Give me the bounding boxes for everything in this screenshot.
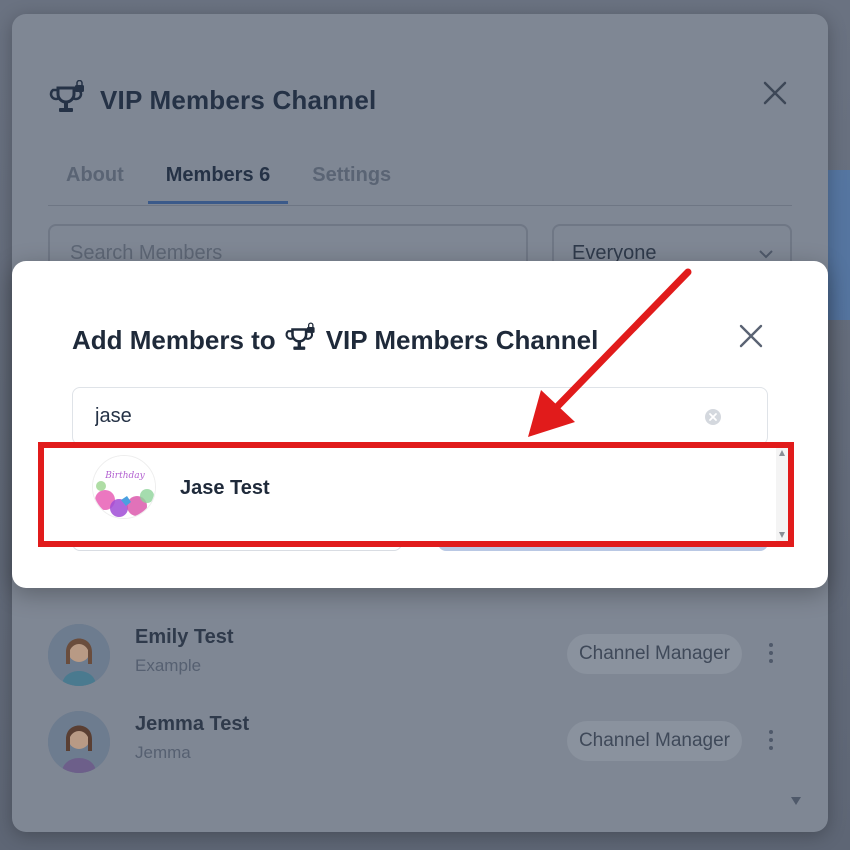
clear-search-icon[interactable] [704,408,722,426]
tab-about[interactable]: About [66,164,124,187]
search-results-dropdown: Birthday Jase Test [42,446,788,542]
member-subtitle: Jemma [135,743,191,762]
result-name: Jase Test [180,477,270,499]
modal-title-prefix: Add Members to [72,325,276,355]
channel-header: VIP Members Channel [48,80,376,120]
channel-title: VIP Members Channel [100,84,377,115]
scroll-down-icon[interactable] [778,531,786,539]
more-options-icon[interactable] [768,729,774,751]
scroll-up-icon[interactable] [778,449,786,457]
avatar [48,624,110,686]
tabs-divider [48,205,792,206]
close-icon[interactable] [738,323,764,349]
chevron-down-icon [759,250,773,259]
avatar: Birthday [92,455,156,519]
trophy-lock-icon [49,80,84,112]
avatar [48,711,110,773]
role-badge: Channel Manager [566,634,742,674]
trophy-lock-icon [285,322,315,350]
search-result-item[interactable]: Birthday Jase Test [42,446,776,542]
results-scrollbar[interactable] [776,446,788,542]
member-row[interactable]: Jemma Test Jemma Channel Manager [48,711,792,777]
modal-title: Add Members to VIP Members Channel [72,322,599,356]
member-subtitle: Example [135,656,202,675]
member-row[interactable]: Emily Test Example Channel Manager [48,624,792,690]
modal-title-channel: VIP Members Channel [325,325,599,355]
tab-settings[interactable]: Settings [312,164,391,187]
role-badge: Channel Manager [566,721,742,761]
add-member-search-input[interactable] [95,400,695,432]
tab-members[interactable]: Members 6 [147,164,288,204]
member-name: Emily Test [135,626,234,648]
more-options-icon[interactable] [768,642,774,664]
avatar-lettering: Birthday [104,471,145,481]
add-member-search[interactable] [72,387,768,445]
member-name: Jemma Test [135,713,250,735]
channel-tabs: About Members 6 Settings [66,164,391,204]
close-icon[interactable] [760,78,790,108]
scroll-down-icon[interactable] [790,796,802,806]
